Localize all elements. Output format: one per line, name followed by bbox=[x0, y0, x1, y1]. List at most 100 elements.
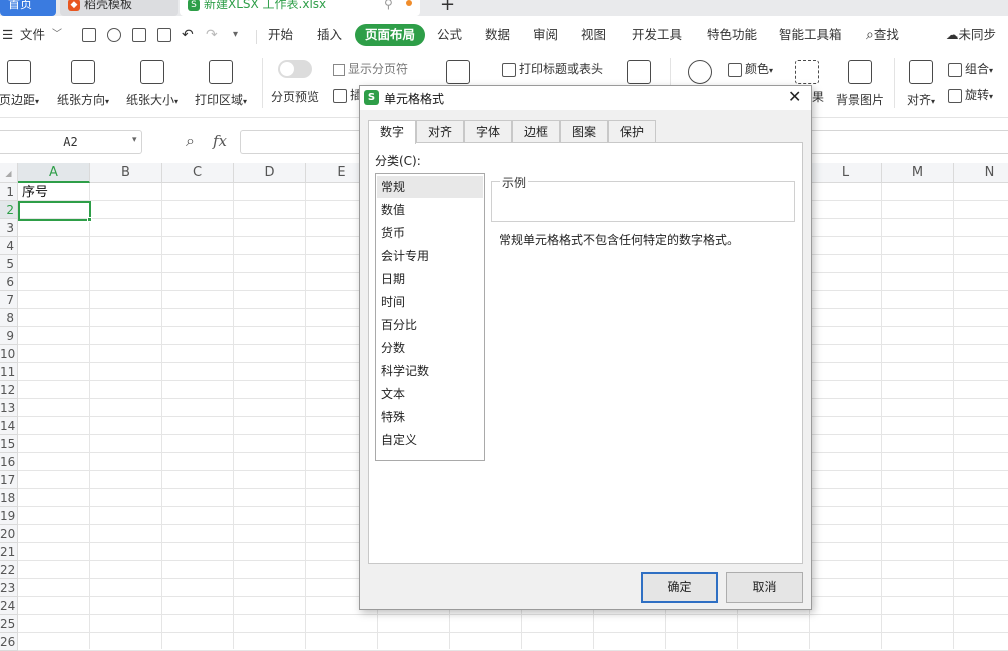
row-header[interactable]: 3 bbox=[0, 219, 18, 237]
cell-a1[interactable]: 序号 bbox=[22, 183, 48, 202]
row-header[interactable]: 20 bbox=[0, 525, 18, 543]
background-image-button[interactable]: 背景图片 bbox=[834, 60, 886, 108]
chevron-down-icon[interactable]: ﹀ bbox=[52, 24, 62, 46]
menu-start[interactable]: 开始 bbox=[268, 24, 293, 46]
row-header[interactable]: 8 bbox=[0, 309, 18, 327]
row-header[interactable]: 24 bbox=[0, 597, 18, 615]
menu-insert[interactable]: 插入 bbox=[317, 24, 342, 46]
row-header[interactable]: 23 bbox=[0, 579, 18, 597]
print-preview-icon[interactable] bbox=[157, 28, 171, 42]
tab-font[interactable]: 字体 bbox=[464, 120, 512, 143]
zoom-formula-icon[interactable]: ⌕ bbox=[186, 131, 195, 151]
print-area-button[interactable]: 打印区域▾ bbox=[192, 60, 250, 108]
category-item[interactable]: 分数 bbox=[377, 337, 483, 359]
color-button[interactable]: 颜色▾ bbox=[728, 60, 773, 77]
tab-home[interactable]: 首页 bbox=[0, 0, 56, 16]
category-item[interactable]: 特殊 bbox=[377, 406, 483, 428]
redo-icon[interactable]: ↷ bbox=[206, 24, 218, 46]
close-icon[interactable]: ✕ bbox=[788, 87, 801, 106]
row-header[interactable]: 15 bbox=[0, 435, 18, 453]
category-item[interactable]: 文本 bbox=[377, 383, 483, 405]
menu-formula[interactable]: 公式 bbox=[437, 24, 462, 46]
group-button[interactable]: 组合▾ bbox=[948, 60, 993, 77]
row-header[interactable]: 2 bbox=[0, 201, 18, 219]
save-icon[interactable] bbox=[82, 28, 96, 42]
category-item[interactable]: 会计专用 bbox=[377, 245, 483, 267]
row-header[interactable]: 5 bbox=[0, 255, 18, 273]
search-button[interactable]: ⌕查找 bbox=[866, 24, 899, 46]
paper-size-button[interactable]: 纸张大小▾ bbox=[123, 60, 181, 108]
row-header[interactable]: 16 bbox=[0, 453, 18, 471]
select-all-corner[interactable]: ◢ bbox=[0, 163, 18, 183]
row-header[interactable]: 18 bbox=[0, 489, 18, 507]
category-item[interactable]: 日期 bbox=[377, 268, 483, 290]
cancel-button[interactable]: 取消 bbox=[726, 572, 803, 603]
sync-button[interactable]: ☁未同步 bbox=[946, 24, 996, 46]
row-header[interactable]: 6 bbox=[0, 273, 18, 291]
category-item[interactable]: 百分比 bbox=[377, 314, 483, 336]
row-header[interactable]: 25 bbox=[0, 615, 18, 633]
menu-file[interactable]: 文件 bbox=[20, 24, 45, 46]
row-header[interactable]: 12 bbox=[0, 381, 18, 399]
print-titles-button[interactable]: 打印标题或表头 bbox=[502, 60, 603, 77]
customize-icon[interactable]: ▾ bbox=[233, 24, 238, 46]
row-header[interactable]: 11 bbox=[0, 363, 18, 381]
hamburger-icon[interactable]: ☰ bbox=[2, 24, 13, 46]
menu-page-layout[interactable]: 页面布局 bbox=[355, 24, 426, 46]
orientation-button[interactable]: 纸张方向▾ bbox=[54, 60, 112, 108]
insert-page-break-button[interactable]: 插 bbox=[333, 86, 362, 103]
row-header[interactable]: 1 bbox=[0, 183, 18, 201]
name-box[interactable]: A2 bbox=[0, 130, 142, 154]
tab-alignment[interactable]: 对齐 bbox=[416, 120, 464, 143]
row-header[interactable]: 9 bbox=[0, 327, 18, 345]
menu-developer[interactable]: 开发工具 bbox=[632, 24, 682, 46]
menu-smart-toolbox[interactable]: 智能工具箱 bbox=[779, 24, 842, 46]
tab-border[interactable]: 边框 bbox=[512, 120, 560, 143]
row-header[interactable]: 19 bbox=[0, 507, 18, 525]
column-header[interactable]: M bbox=[882, 163, 954, 183]
row-header[interactable]: 21 bbox=[0, 543, 18, 561]
category-item[interactable]: 时间 bbox=[377, 291, 483, 313]
output-icon[interactable] bbox=[107, 28, 121, 42]
show-page-break-checkbox[interactable]: 显示分页符 bbox=[333, 60, 408, 77]
name-box-dropdown-icon[interactable]: ▾ bbox=[132, 135, 137, 145]
undo-icon[interactable]: ↶ bbox=[182, 24, 194, 46]
category-item[interactable]: 科学记数 bbox=[377, 360, 483, 382]
row-header[interactable]: 7 bbox=[0, 291, 18, 309]
column-header[interactable]: L bbox=[810, 163, 882, 183]
tab-protection[interactable]: 保护 bbox=[608, 120, 656, 143]
column-header[interactable]: C bbox=[162, 163, 234, 183]
row-header[interactable]: 13 bbox=[0, 399, 18, 417]
menu-data[interactable]: 数据 bbox=[485, 24, 510, 46]
column-header[interactable]: B bbox=[90, 163, 162, 183]
rotate-button[interactable]: 旋转▾ bbox=[948, 86, 993, 103]
category-list[interactable]: 常规 数值 货币 会计专用 日期 时间 百分比 分数 科学记数 文本 特殊 自定义 bbox=[375, 173, 485, 461]
ok-button[interactable]: 确定 bbox=[641, 572, 718, 603]
align-button[interactable]: 对齐▾ bbox=[903, 60, 939, 108]
column-header[interactable]: A bbox=[18, 163, 90, 183]
column-header[interactable]: N bbox=[954, 163, 1008, 183]
margin-button[interactable]: 页边距▾ bbox=[0, 60, 44, 108]
category-item[interactable]: 货币 bbox=[377, 222, 483, 244]
category-item[interactable]: 数值 bbox=[377, 199, 483, 221]
print-icon[interactable] bbox=[132, 28, 146, 42]
tab-number[interactable]: 数字 bbox=[368, 120, 416, 144]
row-header[interactable]: 14 bbox=[0, 417, 18, 435]
pin-icon[interactable]: ⚲ bbox=[384, 0, 393, 11]
row-header[interactable]: 26 bbox=[0, 633, 18, 651]
menu-review[interactable]: 审阅 bbox=[533, 24, 558, 46]
new-tab-button[interactable]: + bbox=[440, 0, 455, 15]
row-header[interactable]: 22 bbox=[0, 561, 18, 579]
tab-pattern[interactable]: 图案 bbox=[560, 120, 608, 143]
fill-handle[interactable] bbox=[87, 217, 92, 222]
fx-icon[interactable]: fx bbox=[213, 132, 227, 150]
selected-cell-a2[interactable] bbox=[18, 201, 92, 222]
menu-view[interactable]: 视图 bbox=[581, 24, 606, 46]
row-header[interactable]: 4 bbox=[0, 237, 18, 255]
page-preview-toggle[interactable] bbox=[278, 60, 312, 78]
row-header[interactable]: 10 bbox=[0, 345, 18, 363]
row-header[interactable]: 17 bbox=[0, 471, 18, 489]
column-header[interactable]: D bbox=[234, 163, 306, 183]
menu-features[interactable]: 特色功能 bbox=[707, 24, 757, 46]
tab-template[interactable]: ◆ 稻壳模板 bbox=[60, 0, 178, 16]
